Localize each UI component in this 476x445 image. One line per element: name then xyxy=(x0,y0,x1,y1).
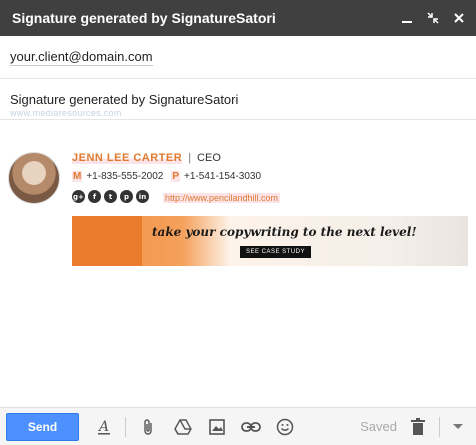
more-options-icon[interactable] xyxy=(450,419,466,435)
email-signature: JENN LEE CARTER | CEO M +1-835-555-2002 … xyxy=(8,150,470,270)
minimize-icon[interactable] xyxy=(400,11,414,25)
compose-titlebar[interactable]: Signature generated by SignatureSatori xyxy=(0,0,476,36)
emoji-icon[interactable] xyxy=(274,416,296,438)
drive-icon[interactable] xyxy=(172,416,194,438)
send-button[interactable]: Send xyxy=(6,412,79,441)
signature-phone-row: M +1-835-555-2002 P +1-541-154-3030 xyxy=(72,171,269,182)
mobile-value: +1-835-555-2002 xyxy=(86,171,164,182)
banner-cta-button[interactable]: SEE CASE STUDY xyxy=(240,246,312,258)
signature-separator: | xyxy=(188,152,192,164)
expand-icon[interactable] xyxy=(426,11,440,25)
twitter-icon[interactable]: t xyxy=(104,190,117,203)
window-title: Signature generated by SignatureSatori xyxy=(12,10,276,26)
signature-name-row: JENN LEE CARTER | CEO xyxy=(72,152,221,164)
insert-photo-icon[interactable] xyxy=(206,416,228,438)
toolbar-divider-right xyxy=(439,416,440,437)
facebook-icon[interactable]: f xyxy=(88,190,101,203)
attach-icon[interactable] xyxy=(138,416,160,438)
avatar xyxy=(8,152,60,204)
close-icon[interactable] xyxy=(452,11,466,25)
banner-tagline: take your copywriting to the next level! xyxy=(152,225,417,239)
trash-icon[interactable] xyxy=(407,416,429,438)
signature-role: CEO xyxy=(197,152,221,164)
social-icons: g+ f t p in xyxy=(72,190,149,203)
to-field[interactable]: your.client@domain.com xyxy=(0,36,476,79)
banner-stripe xyxy=(72,216,142,266)
phone-value: +1-541-154-3030 xyxy=(184,171,262,182)
window-controls xyxy=(400,11,466,25)
ghost-text: www.mediaresources.com xyxy=(10,108,122,118)
signature-name: JENN LEE CARTER xyxy=(72,152,183,164)
mobile-key: M xyxy=(72,171,83,182)
pinterest-icon[interactable]: p xyxy=(120,190,133,203)
phone-key: P xyxy=(171,171,181,182)
linkedin-icon[interactable]: in xyxy=(136,190,149,203)
google-plus-icon[interactable]: g+ xyxy=(72,190,85,203)
signature-url[interactable]: http://www.pencilandhill.com xyxy=(163,193,281,203)
compose-toolbar: Send A Saved xyxy=(0,407,476,445)
saved-status: Saved xyxy=(360,419,397,434)
link-icon[interactable] xyxy=(240,416,262,438)
svg-text:A: A xyxy=(97,419,109,435)
compose-window: Signature generated by SignatureSatori y… xyxy=(0,0,476,445)
recipient-chip[interactable]: your.client@domain.com xyxy=(10,49,153,66)
toolbar-divider xyxy=(125,416,126,437)
subject-value: Signature generated by SignatureSatori xyxy=(10,91,239,107)
formatting-icon[interactable]: A xyxy=(93,416,115,438)
signature-banner[interactable]: take your copywriting to the next level!… xyxy=(72,216,468,266)
